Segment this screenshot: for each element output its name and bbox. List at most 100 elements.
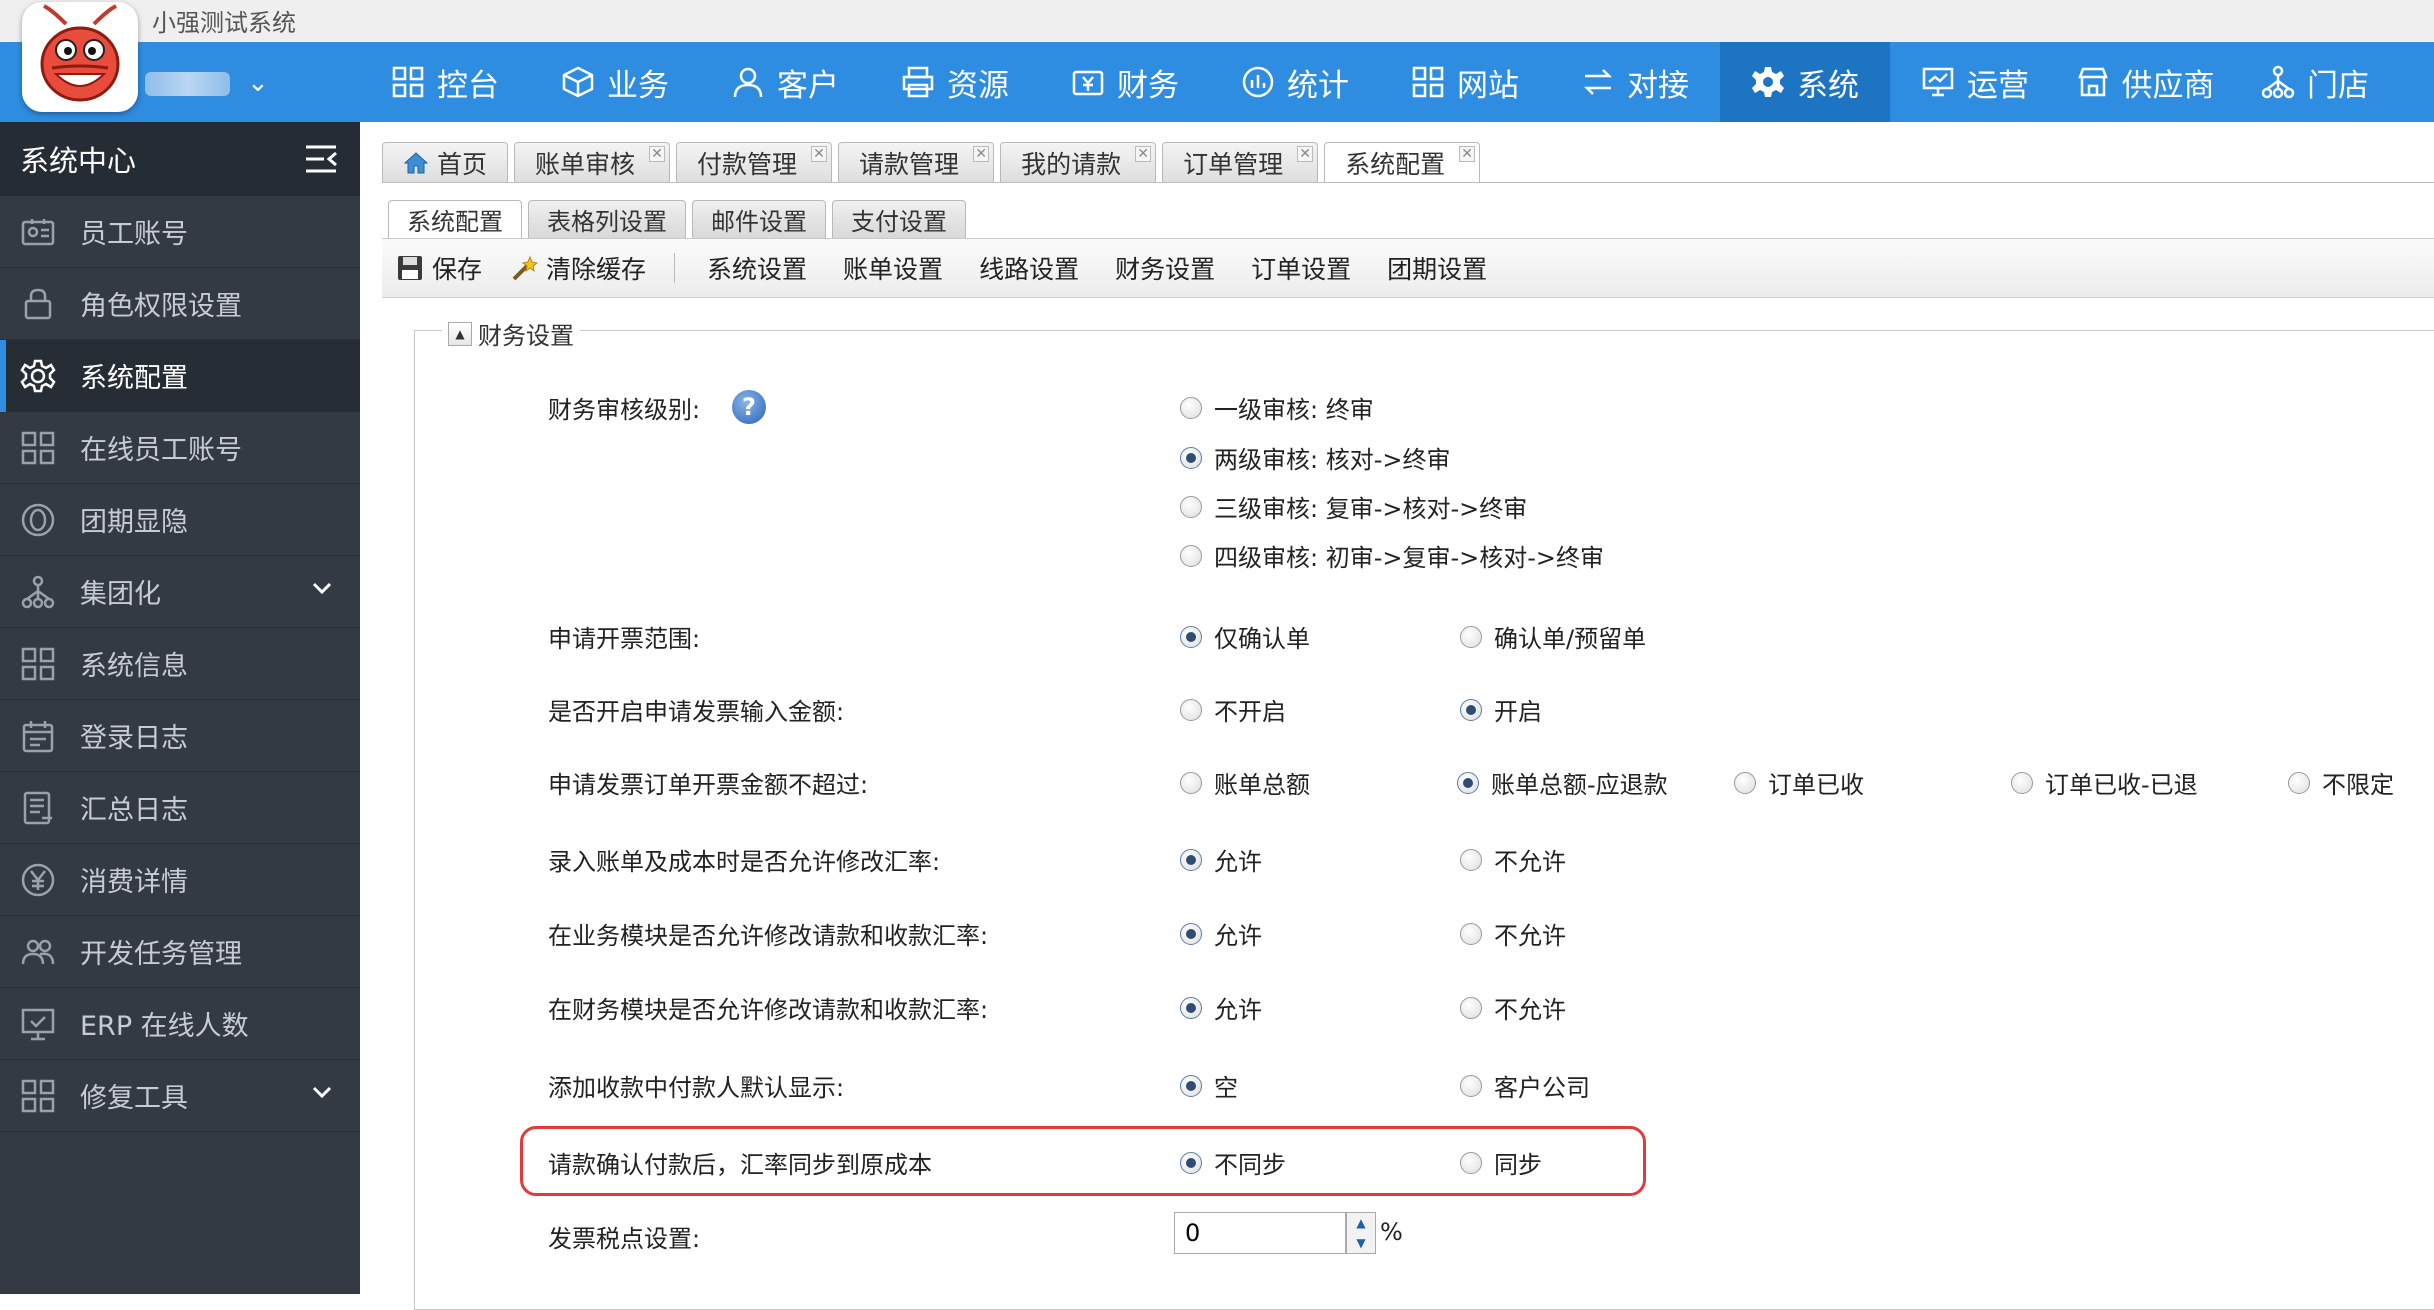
- rate-edit-finance-option[interactable]: 允许: [1180, 990, 1262, 1025]
- decrement-icon[interactable]: ▼: [1347, 1233, 1375, 1253]
- subtab-payment-settings[interactable]: 支付设置: [832, 200, 966, 238]
- chevron-down-icon[interactable]: ⌄: [247, 68, 269, 98]
- subtab-table-columns[interactable]: 表格列设置: [528, 200, 686, 238]
- menu-collapse-icon[interactable]: [304, 144, 338, 174]
- close-icon[interactable]: ✕: [1135, 146, 1152, 162]
- radio-button[interactable]: [1180, 698, 1202, 721]
- sidebar-item-system-config[interactable]: 系统配置: [0, 340, 360, 412]
- rate-edit-business-option[interactable]: 不允许: [1460, 916, 1566, 951]
- chevron-down-icon[interactable]: [310, 1080, 334, 1104]
- radio-button-selected[interactable]: [1180, 1151, 1202, 1174]
- rate-sync-option[interactable]: 同步: [1460, 1145, 1542, 1180]
- radio-button[interactable]: [1460, 1074, 1482, 1097]
- app-logo[interactable]: [22, 2, 138, 112]
- nav-item-statistics[interactable]: 统计: [1210, 42, 1380, 122]
- nav-item-supplier[interactable]: 供应商: [2060, 42, 2230, 122]
- payer-default-option[interactable]: 客户公司: [1460, 1068, 1590, 1103]
- payer-default-option[interactable]: 空: [1180, 1068, 1238, 1103]
- radio-button[interactable]: [1180, 396, 1202, 419]
- radio-button[interactable]: [1460, 625, 1482, 648]
- audit-level-option[interactable]: 两级审核: 核对->终审: [1180, 440, 1450, 475]
- radio-button[interactable]: [2288, 771, 2310, 794]
- invoice-limit-option[interactable]: 不限定: [2288, 765, 2394, 800]
- close-icon[interactable]: ✕: [973, 146, 990, 162]
- radio-button[interactable]: [1180, 771, 1202, 794]
- tab-my-requests[interactable]: 我的请款 ✕: [1000, 142, 1157, 182]
- close-icon[interactable]: ✕: [1459, 146, 1476, 162]
- sidebar-item-tour-visibility[interactable]: 团期显隐: [0, 484, 360, 556]
- radio-button[interactable]: [1460, 1151, 1482, 1174]
- sidebar-item-group[interactable]: 集团化: [0, 556, 360, 628]
- invoice-scope-option[interactable]: 确认单/预留单: [1460, 619, 1646, 654]
- close-icon[interactable]: ✕: [811, 146, 828, 162]
- sidebar-item-staff-account[interactable]: 员工账号: [0, 196, 360, 268]
- radio-button-selected[interactable]: [1180, 1074, 1202, 1097]
- nav-item-integration[interactable]: 对接: [1550, 42, 1720, 122]
- radio-button-selected[interactable]: [1180, 848, 1202, 871]
- radio-button-selected[interactable]: [1460, 698, 1482, 721]
- sidebar-item-system-info[interactable]: 系统信息: [0, 628, 360, 700]
- radio-button-selected[interactable]: [1180, 996, 1202, 1019]
- close-icon[interactable]: ✕: [649, 146, 666, 162]
- tax-rate-input[interactable]: [1174, 1212, 1346, 1254]
- tab-payment-management[interactable]: 付款管理 ✕: [676, 142, 833, 182]
- nav-item-customer[interactable]: 客户: [700, 42, 870, 122]
- radio-button[interactable]: [2011, 771, 2033, 794]
- radio-button-selected[interactable]: [1457, 771, 1479, 794]
- invoice-limit-option[interactable]: 账单总额: [1180, 765, 1310, 800]
- tab-request-management[interactable]: 请款管理 ✕: [838, 142, 995, 182]
- save-button[interactable]: 保存: [382, 250, 496, 286]
- radio-button[interactable]: [1180, 544, 1202, 567]
- increment-icon[interactable]: ▲: [1347, 1213, 1375, 1233]
- nav-item-operations[interactable]: 运营: [1890, 42, 2060, 122]
- rate-edit-business-option[interactable]: 允许: [1180, 916, 1262, 951]
- sidebar-item-consumption[interactable]: 消费详情: [0, 844, 360, 916]
- nav-item-website[interactable]: 网站: [1380, 42, 1550, 122]
- rate-edit-finance-option[interactable]: 不允许: [1460, 990, 1566, 1025]
- tab-home[interactable]: 首页: [382, 142, 509, 182]
- sidebar-item-login-log[interactable]: 登录日志: [0, 700, 360, 772]
- radio-button[interactable]: [1180, 495, 1202, 518]
- toolbar-link-order-settings[interactable]: 订单设置: [1233, 250, 1369, 286]
- audit-level-option[interactable]: 三级审核: 复审->核对->终审: [1180, 489, 1527, 524]
- tax-rate-stepper[interactable]: ▲ ▼: [1346, 1212, 1376, 1254]
- invoice-amount-input-option[interactable]: 开启: [1460, 692, 1542, 727]
- audit-level-option[interactable]: 一级审核: 终审: [1180, 390, 1374, 425]
- rate-sync-option[interactable]: 不同步: [1180, 1145, 1286, 1180]
- audit-level-option[interactable]: 四级审核: 初审->复审->核对->终审: [1180, 538, 1604, 573]
- nav-item-business[interactable]: 业务: [530, 42, 700, 122]
- toolbar-link-system-settings[interactable]: 系统设置: [689, 250, 825, 286]
- tab-bill-review[interactable]: 账单审核 ✕: [514, 142, 671, 182]
- toolbar-link-tour-settings[interactable]: 团期设置: [1369, 250, 1505, 286]
- close-icon[interactable]: ✕: [1297, 146, 1314, 162]
- radio-button-selected[interactable]: [1180, 625, 1202, 648]
- sidebar-item-repair-tools[interactable]: 修复工具: [0, 1060, 360, 1132]
- rate-edit-billing-option[interactable]: 允许: [1180, 842, 1262, 877]
- subtab-system-config[interactable]: 系统配置: [388, 200, 522, 238]
- toolbar-link-route-settings[interactable]: 线路设置: [961, 250, 1097, 286]
- sidebar-item-role-permissions[interactable]: 角色权限设置: [0, 268, 360, 340]
- sidebar-item-dev-tasks[interactable]: 开发任务管理: [0, 916, 360, 988]
- tab-order-management[interactable]: 订单管理 ✕: [1162, 142, 1319, 182]
- collapse-toggle-icon[interactable]: ▲: [448, 321, 472, 346]
- invoice-limit-option[interactable]: 订单已收-已退: [2011, 765, 2198, 800]
- sidebar-item-online-staff[interactable]: 在线员工账号: [0, 412, 360, 484]
- radio-button[interactable]: [1460, 996, 1482, 1019]
- radio-button[interactable]: [1460, 848, 1482, 871]
- invoice-limit-option[interactable]: 账单总额-应退款: [1457, 765, 1668, 800]
- radio-button[interactable]: [1734, 771, 1756, 794]
- invoice-amount-input-option[interactable]: 不开启: [1180, 692, 1286, 727]
- sidebar-item-summary-log[interactable]: 汇总日志: [0, 772, 360, 844]
- toolbar-link-bill-settings[interactable]: 账单设置: [825, 250, 961, 286]
- clear-cache-button[interactable]: 清除缓存: [496, 250, 660, 286]
- radio-button[interactable]: [1460, 922, 1482, 945]
- radio-button-selected[interactable]: [1180, 446, 1202, 469]
- nav-item-resources[interactable]: 资源: [870, 42, 1040, 122]
- nav-item-console[interactable]: 控台: [360, 42, 530, 122]
- nav-item-system[interactable]: 系统: [1720, 42, 1890, 122]
- help-icon[interactable]: ?: [732, 390, 766, 424]
- nav-item-store[interactable]: 门店: [2230, 42, 2400, 122]
- radio-button-selected[interactable]: [1180, 922, 1202, 945]
- toolbar-link-finance-settings[interactable]: 财务设置: [1097, 250, 1233, 286]
- rate-edit-billing-option[interactable]: 不允许: [1460, 842, 1566, 877]
